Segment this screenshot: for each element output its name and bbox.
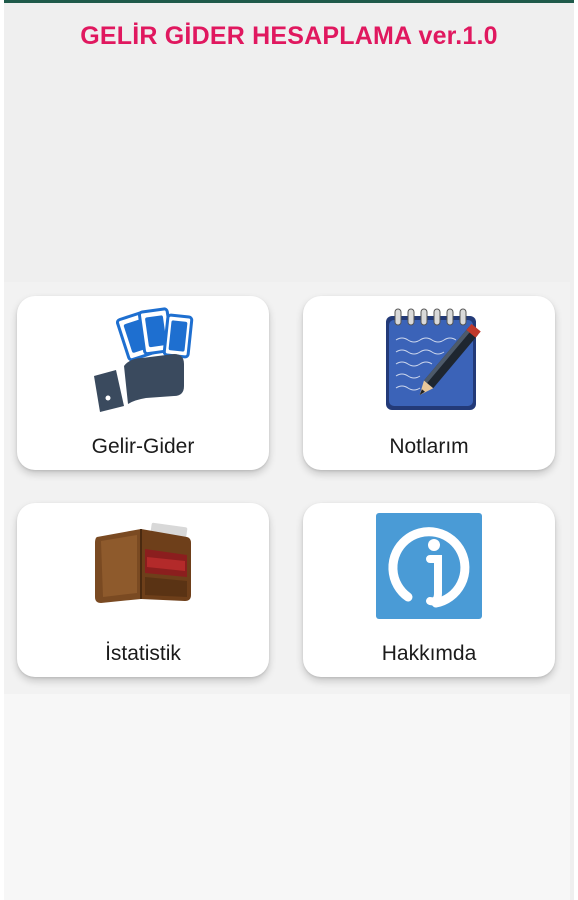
hakkimda-button[interactable]: Hakkımda (303, 503, 555, 677)
istatistik-label: İstatistik (105, 642, 181, 665)
gelir-gider-button[interactable]: Gelir-Gider (17, 296, 269, 470)
app-screen: GELİR GİDER HESAPLAMA ver.1.0 Gelir-Gide… (4, 0, 574, 900)
app-title: GELİR GİDER HESAPLAMA ver.1.0 (80, 22, 498, 50)
notepad-pen-icon (374, 306, 484, 412)
notlarim-button[interactable]: Notlarım (303, 296, 555, 470)
gelir-gider-label: Gelir-Gider (91, 435, 195, 458)
status-bar-edge (4, 0, 574, 3)
bottom-area (4, 694, 570, 900)
istatistik-button[interactable]: İstatistik (17, 503, 269, 677)
notlarim-label: Notlarım (389, 435, 469, 458)
hakkimda-label: Hakkımda (381, 642, 477, 665)
info-icon (376, 513, 482, 619)
hand-money-icon (88, 304, 198, 414)
wallet-icon (93, 517, 193, 607)
